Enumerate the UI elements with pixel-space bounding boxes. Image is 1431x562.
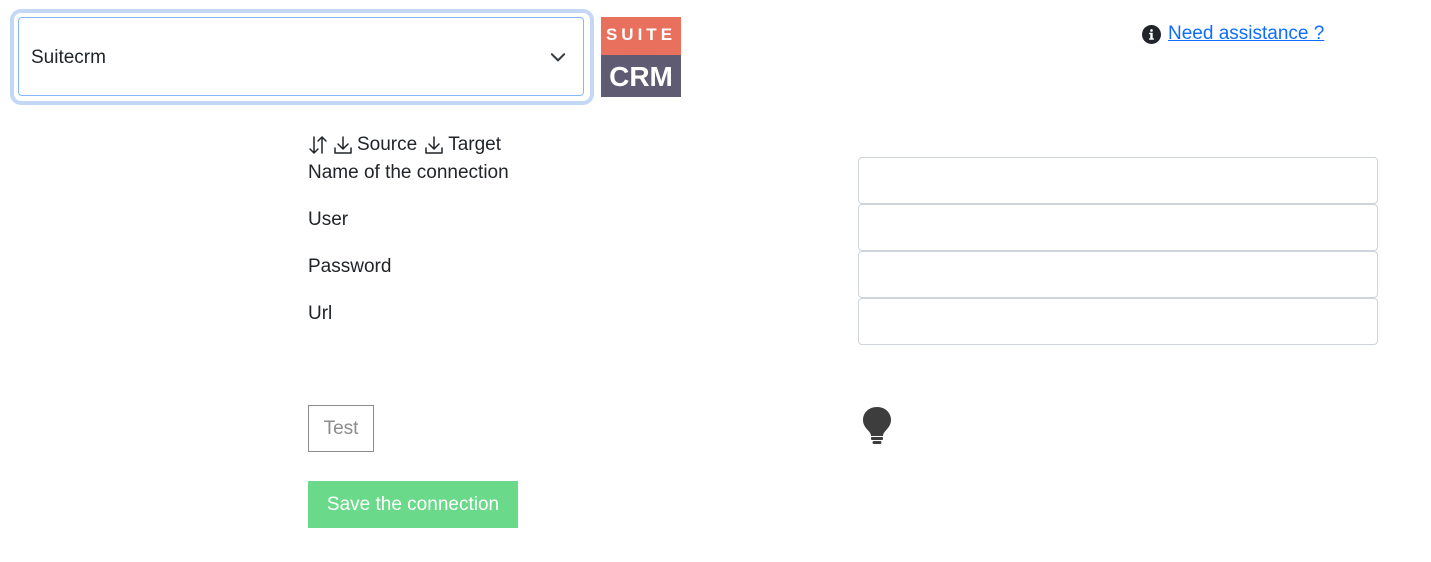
logo-suite-text: SUITE [605, 25, 677, 44]
user-label: User [308, 209, 349, 230]
password-input[interactable] [858, 251, 1378, 298]
user-input[interactable] [858, 204, 1378, 251]
save-connection-button[interactable]: Save the connection [308, 481, 518, 528]
source-label: Source [357, 134, 418, 155]
password-label: Password [308, 256, 392, 277]
url-label: Url [308, 303, 333, 324]
download-icon [425, 136, 443, 154]
connector-select[interactable]: Suitecrm [18, 17, 584, 96]
connector-select-value: Suitecrm [31, 47, 106, 68]
logo-crm-text: CRM [609, 61, 673, 92]
swap-vertical-icon [309, 136, 327, 154]
need-assistance-link[interactable]: Need assistance ? [1168, 23, 1324, 45]
connection-name-label: Name of the connection [308, 162, 509, 183]
url-input[interactable] [858, 298, 1378, 345]
connection-name-input[interactable] [858, 157, 1378, 204]
help-area: Need assistance ? [1142, 22, 1324, 46]
info-circle-icon [1142, 24, 1161, 44]
chevron-down-icon [550, 53, 566, 62]
download-icon [334, 136, 352, 154]
test-button[interactable]: Test [308, 405, 374, 452]
lightbulb-icon [863, 407, 891, 444]
suitecrm-logo: SUITE CRM [601, 17, 681, 97]
sync-direction: Source Target [307, 132, 501, 158]
target-label: Target [448, 134, 502, 155]
connection-form-page: Suitecrm SUITE CRM Need assistance ? Sou… [0, 0, 1431, 562]
